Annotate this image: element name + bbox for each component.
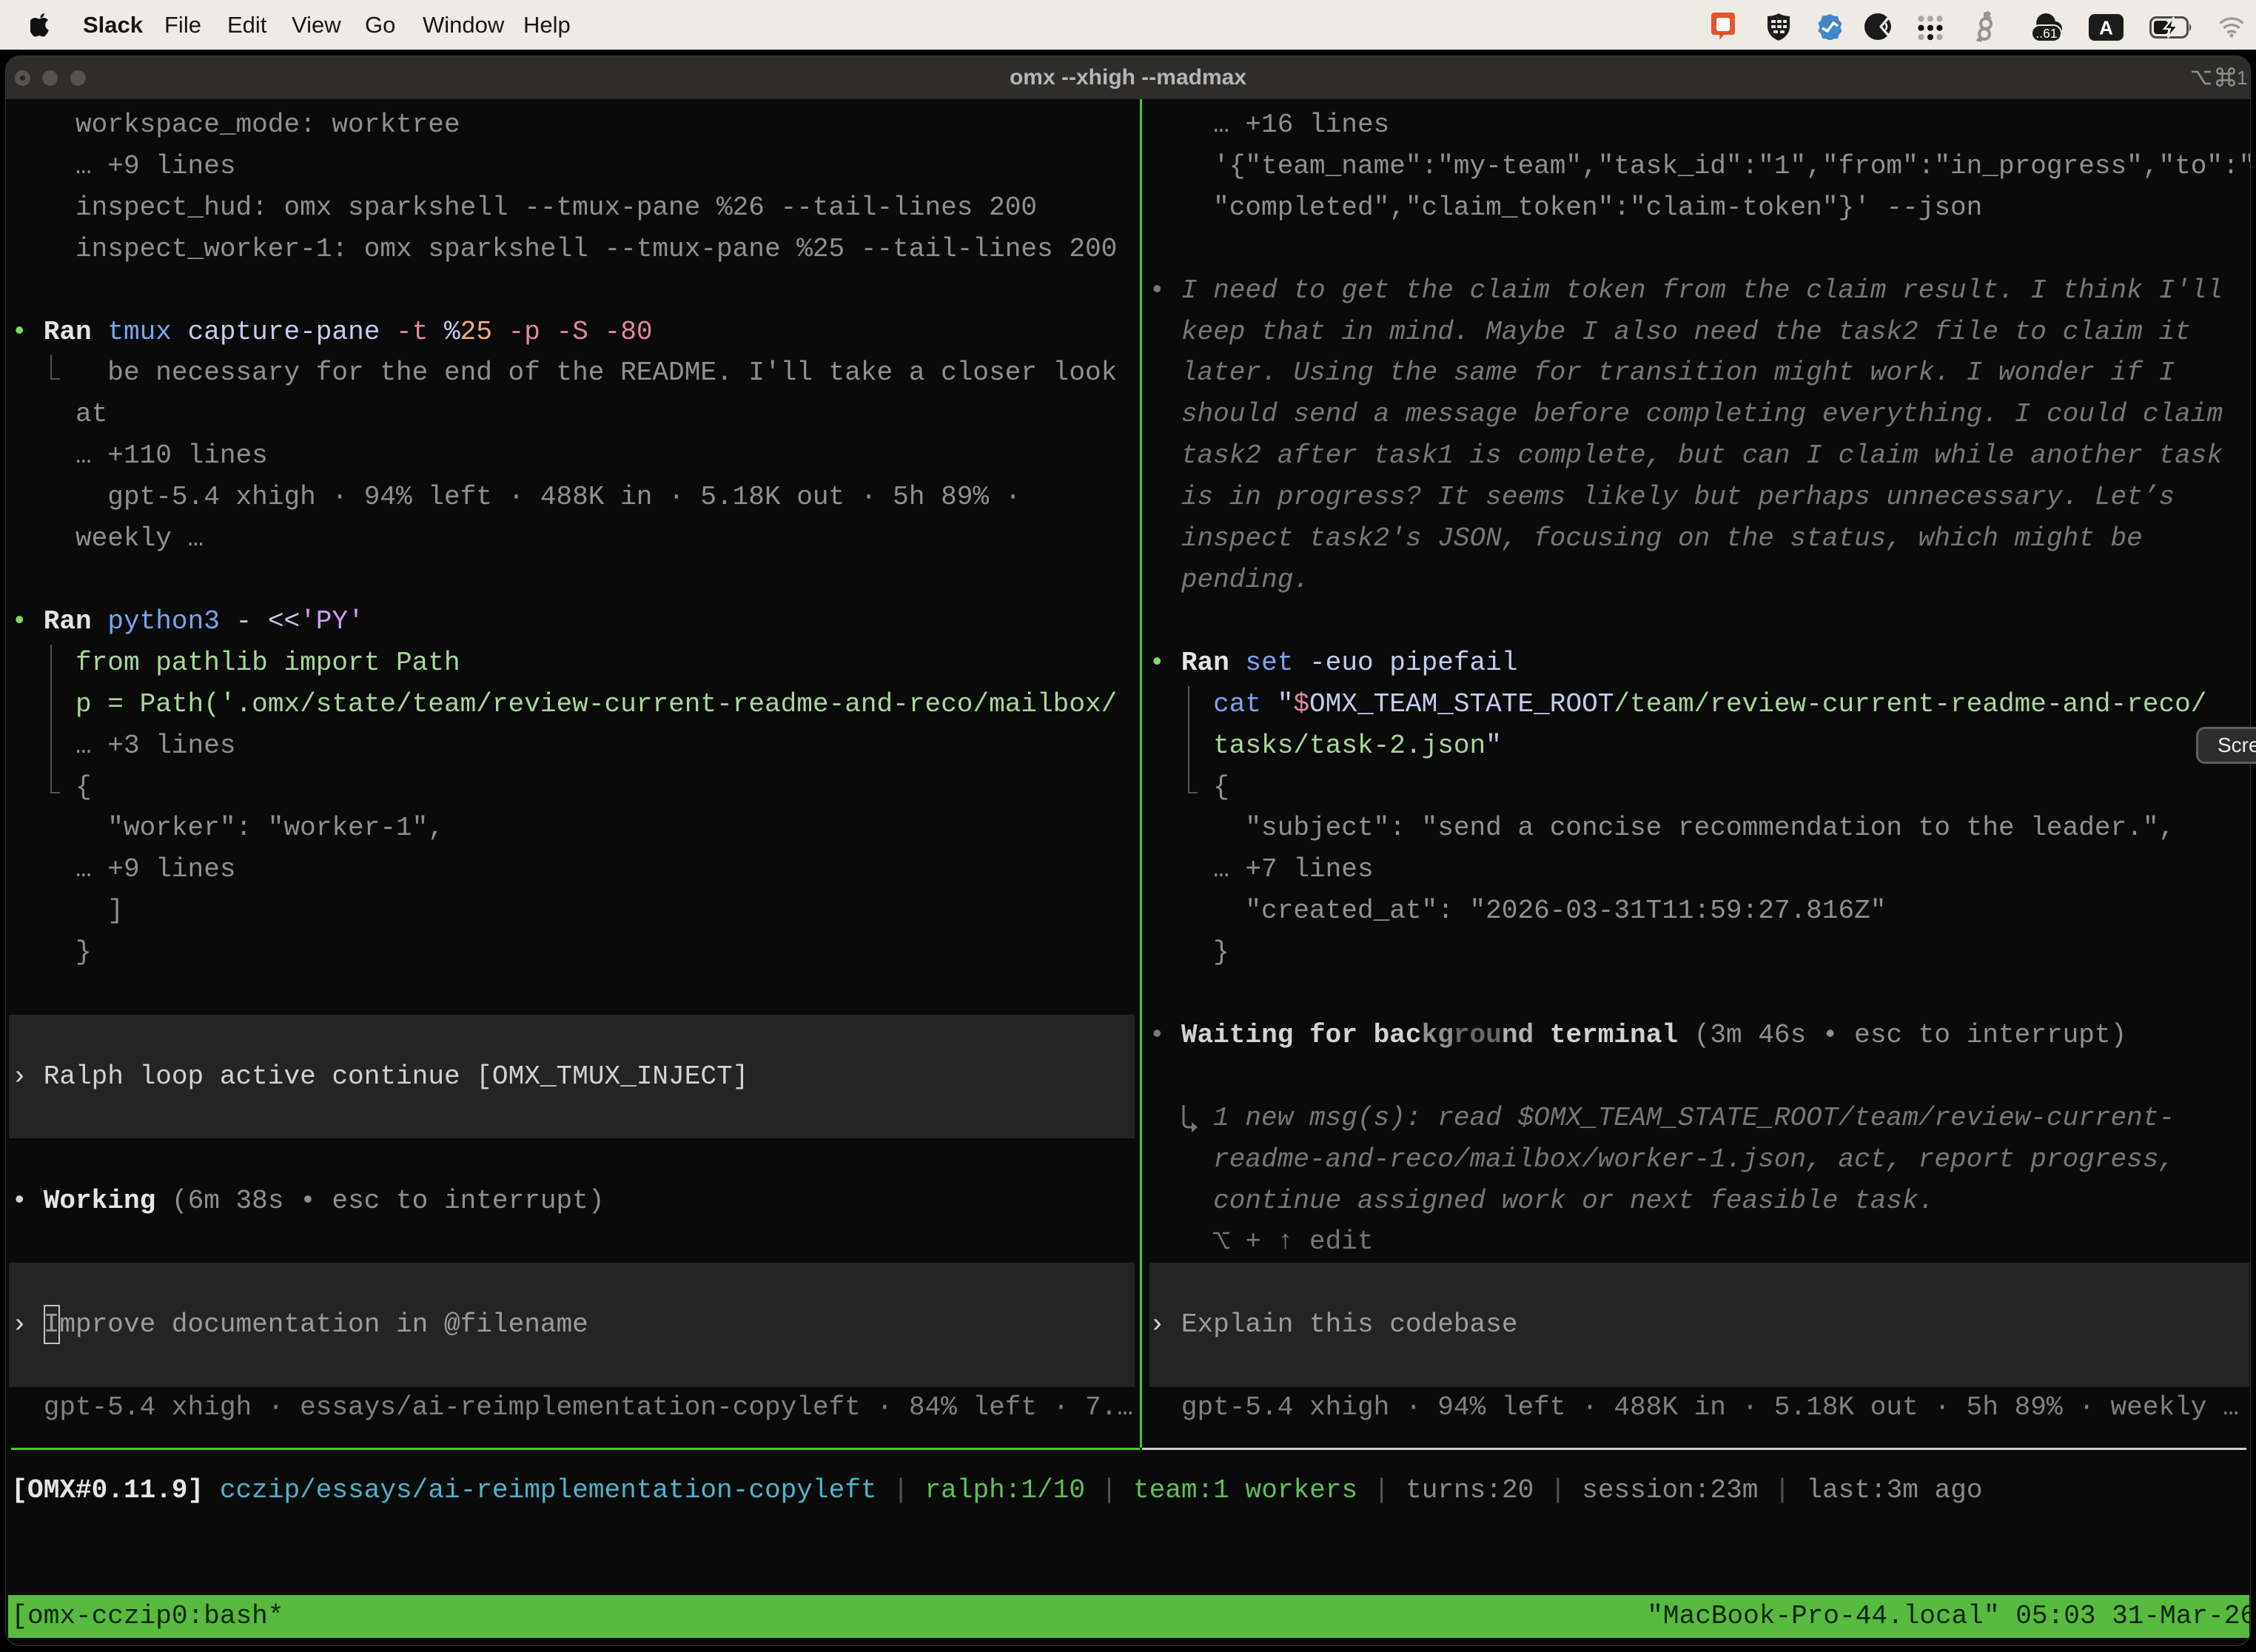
svg-text:1: 1 xyxy=(2237,67,2247,89)
svg-text:A: A xyxy=(2099,17,2113,39)
svg-text:..61: ..61 xyxy=(2035,26,2057,41)
